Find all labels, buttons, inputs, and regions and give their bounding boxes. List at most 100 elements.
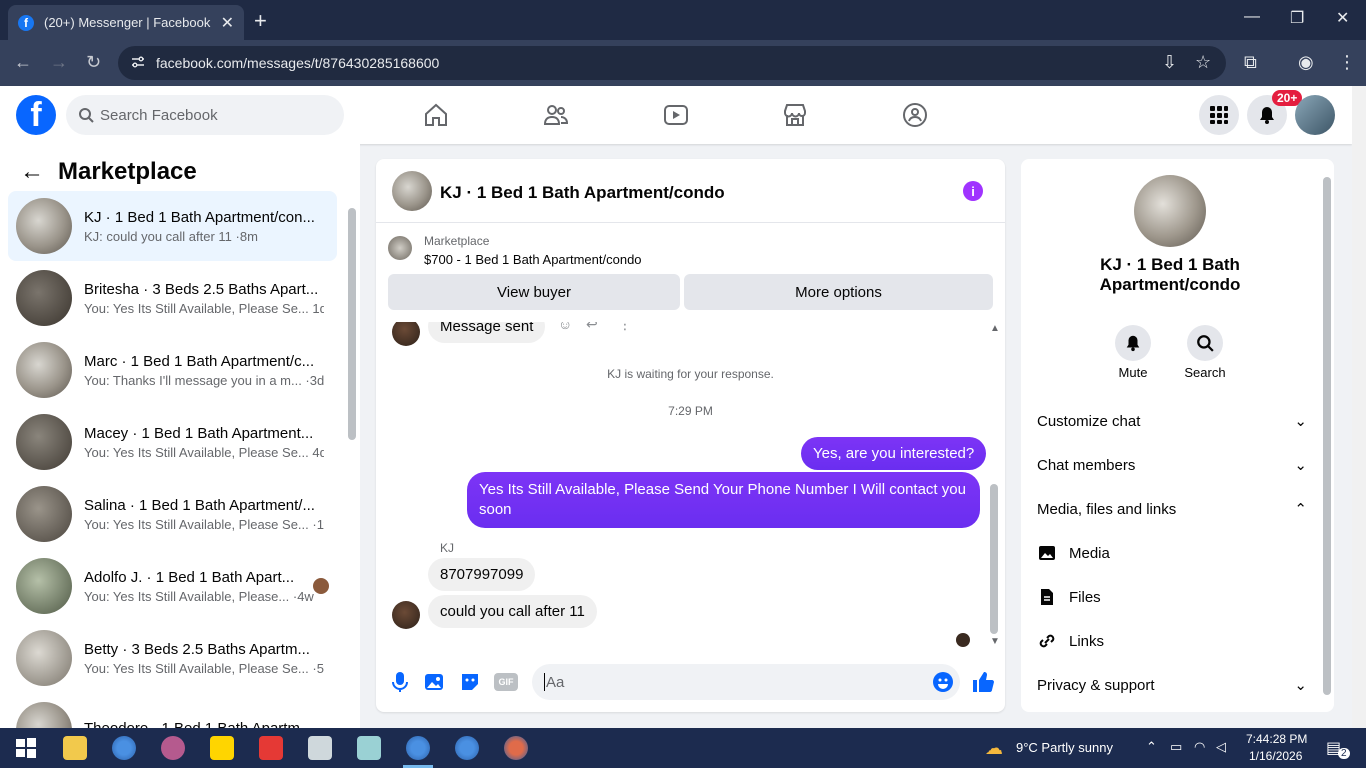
search-placeholder: Search Facebook	[100, 106, 218, 124]
battery-icon[interactable]: ▭	[1170, 739, 1182, 755]
chrome-profile-icon[interactable]	[455, 736, 479, 760]
conversation-item[interactable]: Britesha · 3 Beds 2.5 Baths Apart... You:…	[8, 263, 337, 333]
gif-icon[interactable]: GIF	[494, 673, 518, 691]
show-hidden-icons-icon[interactable]: ⌃	[1146, 739, 1157, 755]
video-icon[interactable]	[663, 102, 689, 128]
conversation-preview: You: Yes Its Still Available, Please Se.…	[84, 444, 324, 460]
browser-tab[interactable]: f (20+) Messenger | Facebook ✕	[8, 5, 244, 40]
store-icon[interactable]	[308, 736, 332, 760]
conversation-item[interactable]: Adolfo J. · 1 Bed 1 Bath Apart... You: Ye…	[8, 551, 337, 621]
chat-title[interactable]: KJ · 1 Bed 1 Bath Apartment/condo	[440, 183, 725, 203]
conversation-name: Adolfo J. · 1 Bed 1 Bath Apart...	[84, 568, 295, 586]
chat-thumbnail[interactable]	[392, 171, 432, 211]
weather-text[interactable]: 9°C Partly sunny	[1016, 740, 1113, 755]
page-scrollbar[interactable]	[1352, 86, 1366, 728]
minimize-icon[interactable]: —	[1244, 8, 1260, 26]
marketplace-icon[interactable]	[782, 102, 808, 128]
react-icon[interactable]: ☺	[558, 322, 572, 332]
view-buyer-button[interactable]: View buyer	[388, 274, 680, 310]
media-item[interactable]: Media	[1037, 541, 1110, 565]
chat-panel: KJ · 1 Bed 1 Bath Apartment/condo i Mark…	[376, 159, 1005, 712]
notepad-icon[interactable]	[357, 736, 381, 760]
sticker-icon[interactable]	[458, 670, 482, 694]
conversation-item[interactable]: Salina · 1 Bed 1 Bath Apartment/... You: …	[8, 479, 337, 549]
reading-list-icon[interactable]: ⧉	[1244, 52, 1257, 73]
clock-date[interactable]: 1/16/2026	[1249, 749, 1302, 763]
profile-icon[interactable]: ◉	[1298, 52, 1314, 73]
more-icon[interactable]: ⋮	[618, 322, 632, 333]
weather-icon: ☁	[985, 738, 1003, 758]
scroll-up-icon[interactable]: ▲	[990, 323, 1000, 334]
listing-avatar[interactable]	[1134, 175, 1206, 247]
files-item[interactable]: Files	[1037, 585, 1101, 609]
back-icon[interactable]: ←	[14, 52, 32, 73]
more-options-button[interactable]: More options	[684, 274, 993, 310]
conversation-name: Macey · 1 Bed 1 Bath Apartment...	[84, 424, 314, 442]
composer: GIF Aa	[376, 656, 1005, 712]
groups-icon[interactable]	[902, 102, 928, 128]
new-tab-icon[interactable]: +	[254, 8, 267, 34]
close-tab-icon[interactable]: ✕	[221, 13, 234, 33]
list-scrollbar[interactable]	[348, 208, 356, 440]
maximize-icon[interactable]: ❐	[1290, 8, 1304, 28]
bookmark-star-icon[interactable]: ☆	[1195, 52, 1211, 73]
listing-thumbnail	[16, 270, 72, 326]
chat-members-row[interactable]: Chat members ⌄	[1037, 453, 1307, 477]
emoji-icon[interactable]	[931, 670, 955, 694]
listing-thumbnail	[16, 558, 72, 614]
search-chat-button[interactable]	[1187, 325, 1223, 361]
search-icon	[79, 108, 94, 123]
file-explorer-icon[interactable]	[63, 736, 87, 760]
links-item[interactable]: Links	[1037, 629, 1104, 653]
info-icon[interactable]: i	[963, 181, 983, 201]
paint-icon[interactable]	[161, 736, 185, 760]
conversation-item[interactable]: Betty · 3 Beds 2.5 Baths Apartm... You: Y…	[8, 623, 337, 693]
install-app-icon[interactable]: ⇩	[1162, 52, 1177, 73]
conversation-item[interactable]: Macey · 1 Bed 1 Bath Apartment... You: Ye…	[8, 407, 337, 477]
account-avatar[interactable]	[1295, 95, 1335, 135]
close-window-icon[interactable]: ✕	[1336, 8, 1349, 28]
mute-button[interactable]	[1115, 325, 1151, 361]
home-icon[interactable]	[423, 102, 449, 128]
menu-kebab-icon[interactable]: ⋮	[1338, 52, 1356, 73]
back-arrow-icon[interactable]: ←	[20, 158, 44, 186]
listing-price-title[interactable]: $700 - 1 Bed 1 Bath Apartment/condo	[424, 252, 642, 267]
customize-chat-row[interactable]: Customize chat ⌄	[1037, 409, 1307, 433]
friends-icon[interactable]	[543, 102, 569, 128]
sticky-notes-icon[interactable]	[210, 736, 234, 760]
url-field[interactable]: facebook.com/messages/t/876430285168600	[118, 46, 1226, 80]
item-label: Files	[1069, 588, 1101, 606]
forward-icon[interactable]: →	[50, 52, 68, 73]
chrome-profile-icon[interactable]	[406, 736, 430, 760]
media-files-links-row[interactable]: Media, files and links ⌃	[1037, 497, 1307, 521]
anydesk-icon[interactable]	[259, 736, 283, 760]
facebook-logo-icon[interactable]: f	[16, 95, 56, 135]
microphone-icon[interactable]	[388, 670, 412, 694]
windows-start-icon[interactable]	[14, 736, 38, 760]
message-scrollbar[interactable]	[990, 484, 998, 634]
reply-icon[interactable]: ↩	[586, 322, 598, 333]
clock-time[interactable]: 7:44:28 PM	[1246, 732, 1307, 746]
chrome-profile-icon[interactable]	[504, 736, 528, 760]
wifi-icon[interactable]: ◠	[1194, 739, 1205, 755]
scroll-down-icon[interactable]: ▼	[990, 636, 1000, 647]
thumbs-up-icon[interactable]	[971, 670, 995, 694]
media-icon	[1039, 546, 1055, 560]
conversation-item[interactable]: Marc · 1 Bed 1 Bath Apartment/c... You: T…	[8, 335, 337, 405]
timestamp: 7:29 PM	[668, 404, 713, 418]
chrome-profile-icon[interactable]	[112, 736, 136, 760]
reload-icon[interactable]: ↻	[86, 52, 101, 73]
details-scrollbar[interactable]	[1323, 177, 1331, 695]
volume-icon[interactable]: ◁	[1216, 739, 1226, 755]
panel-title: Marketplace	[58, 158, 197, 185]
search-input[interactable]: Search Facebook	[66, 95, 344, 135]
details-title-line: Apartment/condo	[1099, 275, 1241, 294]
apps-menu-button[interactable]	[1199, 95, 1239, 135]
conversation-preview: You: Yes Its Still Available, Please Se.…	[84, 660, 324, 676]
conversation-item[interactable]: KJ · 1 Bed 1 Bath Apartment/con... KJ: co…	[8, 191, 337, 261]
message-input[interactable]: Aa	[532, 664, 960, 700]
photo-icon[interactable]	[422, 670, 446, 694]
site-settings-icon[interactable]	[130, 54, 146, 70]
privacy-support-row[interactable]: Privacy & support ⌄	[1037, 673, 1307, 697]
conversation-item[interactable]: Theodore · 1 Bed 1 Bath Apartm...	[8, 695, 337, 728]
